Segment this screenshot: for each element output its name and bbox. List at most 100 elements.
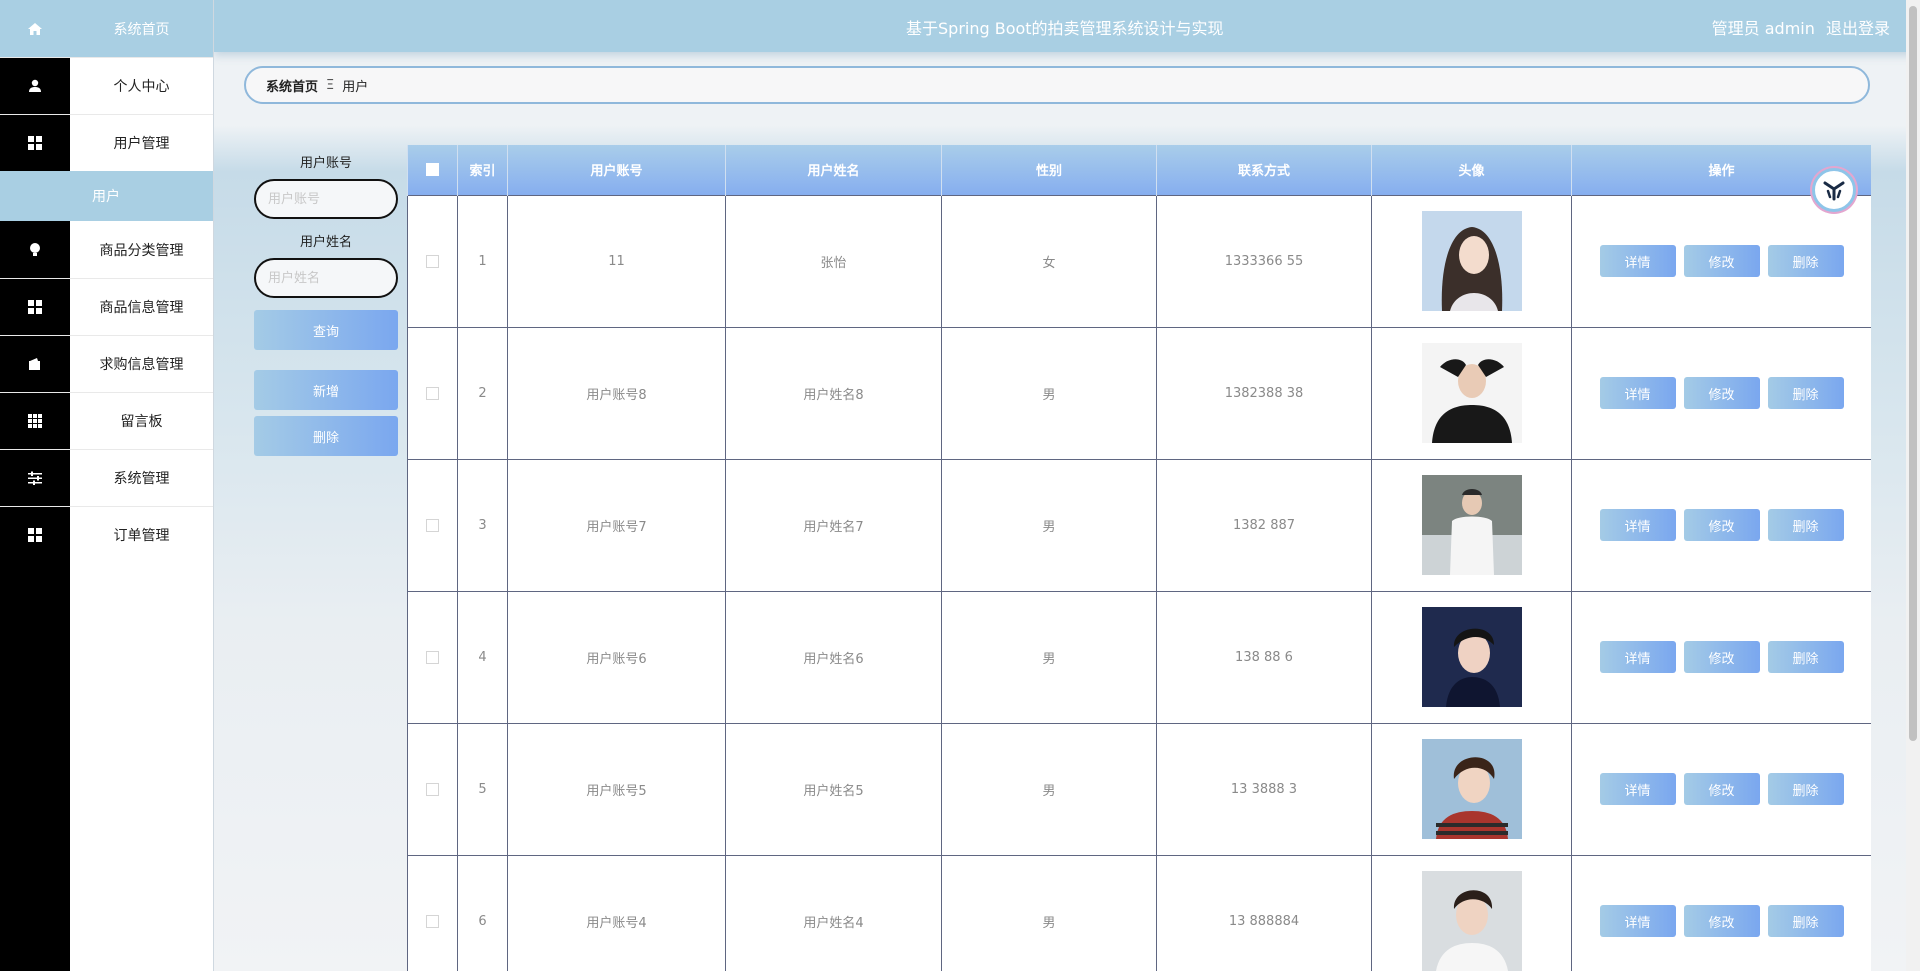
user-table-container: 索引 用户账号 用户姓名 性别 联系方式 头像 操作 1 11 张怡 女 133… xyxy=(407,145,1871,971)
delete-button[interactable]: 删除 xyxy=(1767,773,1844,805)
sidebar-item-system-management[interactable]: 系统管理 xyxy=(0,449,213,506)
cell-name: 用户姓名7 xyxy=(725,458,942,592)
detail-button[interactable]: 详情 xyxy=(1599,905,1676,937)
cell-phone: 138 88 6 xyxy=(1156,590,1372,724)
row-select-cell xyxy=(407,326,458,460)
row-checkbox[interactable] xyxy=(426,254,439,268)
sidebar-item-label: 留言板 xyxy=(120,414,163,430)
home-icon xyxy=(0,0,70,57)
logout-link[interactable]: 退出登录 xyxy=(1826,19,1890,38)
user-area: 管理员 admin 退出登录 xyxy=(1706,15,1890,39)
sidebar-item-category-management[interactable]: 商品分类管理 xyxy=(0,221,213,278)
table-row: 4 用户账号6 用户姓名6 男 138 88 6 详情 修改 删除 xyxy=(407,590,1871,724)
detail-button[interactable]: 详情 xyxy=(1599,509,1676,541)
select-all-checkbox[interactable] xyxy=(426,163,439,177)
delete-button[interactable]: 删除 xyxy=(1767,905,1844,937)
sidebar-item-message-board[interactable]: 留言板 xyxy=(0,392,213,449)
row-select-cell xyxy=(407,194,458,328)
sidebar: 系统首页 个人中心 用户管理 用户 商品分类管理 商品信息管理 求购信息管理 留… xyxy=(0,0,214,971)
floating-assistant-icon[interactable] xyxy=(1812,168,1856,212)
scrollbar-thumb[interactable] xyxy=(1909,6,1917,741)
sidebar-item-user-management[interactable]: 用户管理 xyxy=(0,114,213,171)
column-header-gender: 性别 xyxy=(941,145,1157,195)
edit-button[interactable]: 修改 xyxy=(1683,773,1760,805)
page-title: 基于Spring Boot的拍卖管理系统设计与实现 xyxy=(906,19,1224,38)
edit-button[interactable]: 修改 xyxy=(1683,377,1760,409)
name-search-input[interactable] xyxy=(254,258,398,298)
lightbulb-icon xyxy=(0,221,70,278)
cell-account: 用户账号7 xyxy=(507,458,726,592)
row-checkbox[interactable] xyxy=(426,650,439,664)
cell-account: 用户账号4 xyxy=(507,854,726,971)
row-checkbox[interactable] xyxy=(426,782,439,796)
avatar xyxy=(1421,607,1522,707)
row-checkbox[interactable] xyxy=(426,386,439,400)
top-header: 基于Spring Boot的拍卖管理系统设计与实现 管理员 admin 退出登录 xyxy=(214,0,1920,52)
sidebar-item-label: 求购信息管理 xyxy=(99,357,184,373)
edit-button[interactable]: 修改 xyxy=(1683,641,1760,673)
sidebar-item-label: 订单管理 xyxy=(113,528,170,544)
sidebar-item-product-management[interactable]: 商品信息管理 xyxy=(0,278,213,335)
batch-delete-button[interactable]: 删除 xyxy=(254,416,398,456)
sliders-icon xyxy=(0,450,70,506)
page-scrollbar[interactable] xyxy=(1906,0,1920,971)
sidebar-item-order-management[interactable]: 订单管理 xyxy=(0,506,213,563)
cell-name: 用户姓名6 xyxy=(725,590,942,724)
breadcrumb-home[interactable]: 系统首页 xyxy=(266,76,318,95)
select-all-cell xyxy=(407,145,458,195)
account-search-input[interactable] xyxy=(254,179,398,219)
table-row: 6 用户账号4 用户姓名4 男 13 888884 详情 修改 删除 xyxy=(407,854,1871,971)
sidebar-item-purchase-management[interactable]: 求购信息管理 xyxy=(0,335,213,392)
cell-gender: 男 xyxy=(941,722,1157,856)
column-header-phone: 联系方式 xyxy=(1156,145,1372,195)
delete-button[interactable]: 删除 xyxy=(1767,245,1844,277)
row-checkbox[interactable] xyxy=(426,518,439,532)
edit-button[interactable]: 修改 xyxy=(1683,245,1760,277)
cell-phone: 13 888884 xyxy=(1156,854,1372,971)
sidebar-item-label: 商品信息管理 xyxy=(99,300,184,316)
detail-button[interactable]: 详情 xyxy=(1599,377,1676,409)
edit-button[interactable]: 修改 xyxy=(1683,509,1760,541)
delete-button[interactable]: 删除 xyxy=(1767,377,1844,409)
table-row: 5 用户账号5 用户姓名5 男 13 3888 3 详情 修改 删除 xyxy=(407,722,1871,856)
edit-button[interactable]: 修改 xyxy=(1683,905,1760,937)
sidebar-subitem-user[interactable]: 用户 xyxy=(0,171,213,221)
user-label: 管理员 admin xyxy=(1711,19,1815,38)
avatar xyxy=(1421,739,1522,839)
cell-actions: 详情 修改 删除 xyxy=(1571,458,1871,592)
cell-index: 2 xyxy=(457,326,508,460)
sidebar-icon-column xyxy=(0,557,70,971)
cell-avatar xyxy=(1371,854,1572,971)
cell-avatar xyxy=(1371,722,1572,856)
row-checkbox[interactable] xyxy=(426,914,439,928)
search-panel: 用户账号 用户姓名 查询 新增 删除 xyxy=(254,152,398,456)
sidebar-item-label: 用户管理 xyxy=(113,136,170,152)
add-button[interactable]: 新增 xyxy=(254,370,398,410)
breadcrumb: 系统首页 Ξ 用户 xyxy=(244,66,1870,104)
cell-phone: 1333366 55 xyxy=(1156,194,1372,328)
user-table: 索引 用户账号 用户姓名 性别 联系方式 头像 操作 1 11 张怡 女 133… xyxy=(407,145,1871,971)
delete-button[interactable]: 删除 xyxy=(1767,641,1844,673)
cell-index: 6 xyxy=(457,854,508,971)
sidebar-item-home[interactable]: 系统首页 xyxy=(0,0,213,57)
table-header-row: 索引 用户账号 用户姓名 性别 联系方式 头像 操作 xyxy=(407,145,1871,195)
avatar xyxy=(1421,211,1522,311)
row-select-cell xyxy=(407,722,458,856)
cell-actions: 详情 修改 删除 xyxy=(1571,326,1871,460)
delete-button[interactable]: 删除 xyxy=(1767,509,1844,541)
sidebar-item-profile[interactable]: 个人中心 xyxy=(0,57,213,114)
query-button[interactable]: 查询 xyxy=(254,310,398,350)
detail-button[interactable]: 详情 xyxy=(1599,773,1676,805)
account-label: 用户账号 xyxy=(299,156,352,171)
cell-avatar xyxy=(1371,326,1572,460)
detail-button[interactable]: 详情 xyxy=(1599,641,1676,673)
detail-button[interactable]: 详情 xyxy=(1599,245,1676,277)
grid-icon xyxy=(0,115,70,171)
column-header-account: 用户账号 xyxy=(507,145,726,195)
cell-gender: 男 xyxy=(941,326,1157,460)
table-row: 1 11 张怡 女 1333366 55 详情 修改 删除 xyxy=(407,194,1871,328)
cell-account: 用户账号8 xyxy=(507,326,726,460)
breadcrumb-current: 用户 xyxy=(342,79,369,95)
avatar xyxy=(1421,871,1522,971)
cell-gender: 女 xyxy=(941,194,1157,328)
